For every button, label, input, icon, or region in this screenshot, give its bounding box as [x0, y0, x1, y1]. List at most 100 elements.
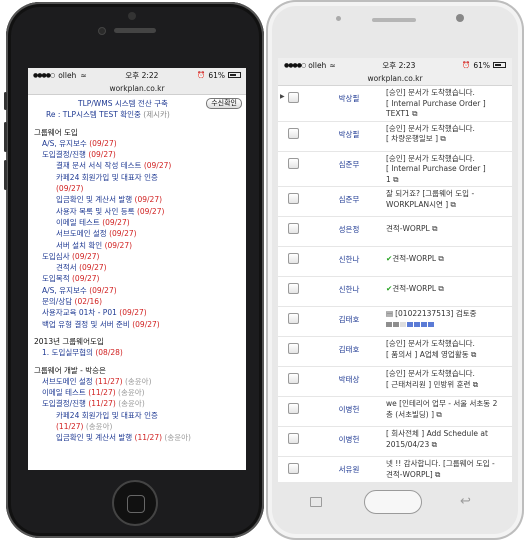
- status-square-icon: [421, 322, 427, 327]
- row-checkbox[interactable]: [288, 373, 299, 384]
- row-checkbox[interactable]: [288, 463, 299, 474]
- tree-item[interactable]: 도입심사 (09/27): [34, 251, 242, 262]
- section-title[interactable]: 그룹웨어 도입: [34, 127, 242, 138]
- clock: 오후 2:22: [125, 70, 159, 80]
- tree-item[interactable]: A/S, 유지보수 (09/27): [34, 285, 242, 296]
- address-bar[interactable]: workplan.co.kr: [278, 72, 512, 86]
- table-row[interactable]: ▶ 박상필 [승인] 문서가 도착했습니다.[ Internal Purchase …: [278, 86, 512, 122]
- sender-name[interactable]: 박상필: [312, 86, 386, 104]
- sender-name[interactable]: 박태상: [312, 367, 386, 385]
- tree-item-date: (09/27): [72, 274, 100, 284]
- sender-name[interactable]: 신한나: [312, 247, 386, 265]
- row-checkbox[interactable]: [288, 127, 299, 139]
- message-text[interactable]: 넷 !! 감사합니다. [그룹웨어 도입 - 견적-WORPL] ⧉: [386, 457, 512, 481]
- tree-item[interactable]: (11/27) (송윤아): [34, 421, 242, 432]
- table-row[interactable]: 신한나 ✔견적-WORPL ⧉: [278, 247, 512, 277]
- tree-item[interactable]: 문의/상담 (02/16): [34, 296, 242, 307]
- table-row[interactable]: 김태호 ▤ [01022137513] 검토중: [278, 307, 512, 337]
- tree-item[interactable]: A/S, 유지보수 (09/27): [34, 138, 242, 149]
- row-checkbox[interactable]: [288, 403, 299, 414]
- table-row[interactable]: 신한나 ✔견적-WORPL ⧉: [278, 277, 512, 307]
- sender-name[interactable]: 박상필: [312, 122, 386, 140]
- home-button[interactable]: [112, 480, 158, 526]
- table-row[interactable]: 심준무 [승인] 문서가 도착했습니다.[ Internal Purchase O…: [278, 152, 512, 187]
- row-checkbox[interactable]: [288, 313, 299, 324]
- message-text[interactable]: ✔견적-WORPL ⧉: [386, 277, 512, 296]
- message-text[interactable]: [승인] 문서가 도착했습니다.[ 차량운행일보 ] ⧉: [386, 122, 512, 146]
- message-text[interactable]: [승인] 문서가 도착했습니다.[ 품의서 ] A업체 영업활동 ⧉: [386, 337, 512, 361]
- message-text[interactable]: 견적-WORPL ⧉: [386, 217, 512, 236]
- row-checkbox[interactable]: [288, 193, 299, 204]
- project-title[interactable]: TLP/WMS 시스템 전산 구축: [78, 98, 168, 109]
- row-checkbox[interactable]: [288, 343, 299, 354]
- status-square-icon: [428, 322, 434, 327]
- sender-name[interactable]: 신한나: [312, 277, 386, 295]
- sender-name[interactable]: 서유원: [312, 457, 386, 475]
- message-text[interactable]: 잘 되거죠? [그룹웨어 도입 - WORKPLAN시연 ] ⧉: [386, 187, 512, 211]
- message-text[interactable]: [승인] 문서가 도착했습니다.[ 근태처리원 ] 민방위 훈련 ⧉: [386, 367, 512, 391]
- reply-line[interactable]: Re : TLP시스템 TEST 확인중 (제시카): [34, 109, 242, 120]
- tree-item[interactable]: 이메일 테스트 (09/27): [34, 217, 242, 228]
- message-text[interactable]: [ 회사전체 ] Add Schedule at 2015/04/23 ⧉: [386, 427, 512, 451]
- tree-item[interactable]: 카페24 회원가입 및 대표자 인증: [34, 172, 242, 183]
- row-checkbox[interactable]: [288, 223, 299, 234]
- tree-item[interactable]: 결재 문서 서식 작성 테스트 (09/27): [34, 160, 242, 171]
- tree-item[interactable]: 사용자 목록 및 사인 등록 (09/27): [34, 206, 242, 217]
- message-text[interactable]: we [인테리어 업무 - 서울 서초동 2층 (서초빌딩) ] ⧉: [386, 397, 512, 421]
- message-line-text: [01022137513] 검토중: [395, 309, 477, 318]
- row-checkbox[interactable]: [288, 433, 299, 444]
- volume-up-button: [4, 122, 7, 152]
- tree-item[interactable]: 견적서 (09/27): [34, 262, 242, 273]
- row-checkbox[interactable]: [288, 92, 299, 103]
- table-row[interactable]: 박상필 [승인] 문서가 도착했습니다.[ 차량운행일보 ] ⧉: [278, 122, 512, 152]
- tree-item[interactable]: 도입목적 (09/27): [34, 273, 242, 284]
- table-row[interactable]: 성은정 견적-WORPL ⧉: [278, 217, 512, 247]
- sender-name[interactable]: 이병헌: [312, 397, 386, 415]
- section-title[interactable]: 2013년 그룹웨어도입: [34, 336, 242, 347]
- message-line-text: 견적-WORPL] ⧉: [386, 469, 441, 479]
- message-text[interactable]: ✔견적-WORPL ⧉: [386, 247, 512, 266]
- table-row[interactable]: 김태호 [승인] 문서가 도착했습니다.[ 품의서 ] A업체 영업활동 ⧉: [278, 337, 512, 367]
- tree-item[interactable]: (09/27): [34, 183, 242, 194]
- tree-item[interactable]: 1. 도입실무협의 (08/28): [34, 347, 242, 358]
- back-icon[interactable]: ↩: [460, 494, 471, 509]
- table-row[interactable]: 이병헌 we [인테리어 업무 - 서울 서초동 2층 (서초빌딩) ] ⧉: [278, 397, 512, 427]
- table-row[interactable]: 심준무 잘 되거죠? [그룹웨어 도입 - WORKPLAN시연 ] ⧉: [278, 187, 512, 217]
- message-text[interactable]: [승인] 문서가 도착했습니다.[ Internal Purchase Orde…: [386, 86, 512, 121]
- tree-item[interactable]: 서브도메인 설정 (09/27): [34, 228, 242, 239]
- tree-item[interactable]: 입금확인 및 계산서 발행 (09/27): [34, 194, 242, 205]
- home-button[interactable]: [364, 490, 422, 514]
- tree-item[interactable]: 사용자교육 01차 - P01 (09/27): [34, 307, 242, 318]
- table-row[interactable]: 박태상 [승인] 문서가 도착했습니다.[ 근태처리원 ] 민방위 훈련 ⧉: [278, 367, 512, 397]
- message-text[interactable]: ▤ [01022137513] 검토중: [386, 307, 512, 331]
- section-title[interactable]: 그룹웨어 개발 - 박승은: [34, 365, 242, 376]
- receive-confirm-button[interactable]: 수신확인: [206, 98, 242, 110]
- message-line: [ 차량운행일보 ] ⧉: [386, 134, 510, 145]
- sender-name[interactable]: 심준무: [312, 187, 386, 205]
- alarm-icon: ⏰: [197, 71, 206, 79]
- recent-apps-icon[interactable]: [310, 497, 322, 507]
- address-bar[interactable]: workplan.co.kr: [28, 82, 246, 95]
- tree-item[interactable]: 입금확인 및 계산서 발행 (11/27) (송윤아): [34, 432, 242, 443]
- sender-name[interactable]: 김태호: [312, 307, 386, 325]
- tree-item[interactable]: 백업 유형 결정 및 서버 준비 (09/27): [34, 319, 242, 330]
- row-checkbox[interactable]: [288, 157, 299, 169]
- message-text[interactable]: [승인] 문서가 도착했습니다.[ Internal Purchase Orde…: [386, 152, 512, 187]
- row-checkbox[interactable]: [288, 283, 299, 294]
- sender-name[interactable]: 성은정: [312, 217, 386, 235]
- tree-item-assignee: (송윤아): [118, 399, 145, 409]
- tree-item[interactable]: 도입결정/진행 (09/27): [34, 149, 242, 160]
- message-line-text: [승인] 문서가 도착했습니다.: [386, 123, 475, 133]
- sender-name[interactable]: 심준무: [312, 152, 386, 170]
- tree-item[interactable]: 이메일 테스트 (11/27) (송윤아): [34, 387, 242, 398]
- sender-name[interactable]: 이병헌: [312, 427, 386, 445]
- table-row[interactable]: 서유원 넷 !! 감사합니다. [그룹웨어 도입 - 견적-WORPL] ⧉: [278, 457, 512, 482]
- tree-item[interactable]: 서브도메인 설정 (11/27) (송윤아): [34, 376, 242, 387]
- tree-item[interactable]: 카페24 회원가입 및 대표자 인증: [34, 410, 242, 421]
- iphone-screen: ●●●●○ olleh ≈ 오후 2:22 ⏰ 61% workplan.co.…: [28, 68, 246, 470]
- tree-item[interactable]: 도입결정/진행 (11/27) (송윤아): [34, 398, 242, 409]
- row-checkbox[interactable]: [288, 253, 299, 264]
- sender-name[interactable]: 김태호: [312, 337, 386, 355]
- table-row[interactable]: 이병헌[ 회사전체 ] Add Schedule at 2015/04/23 ⧉: [278, 427, 512, 457]
- tree-item[interactable]: 서버 설치 확인 (09/27): [34, 240, 242, 251]
